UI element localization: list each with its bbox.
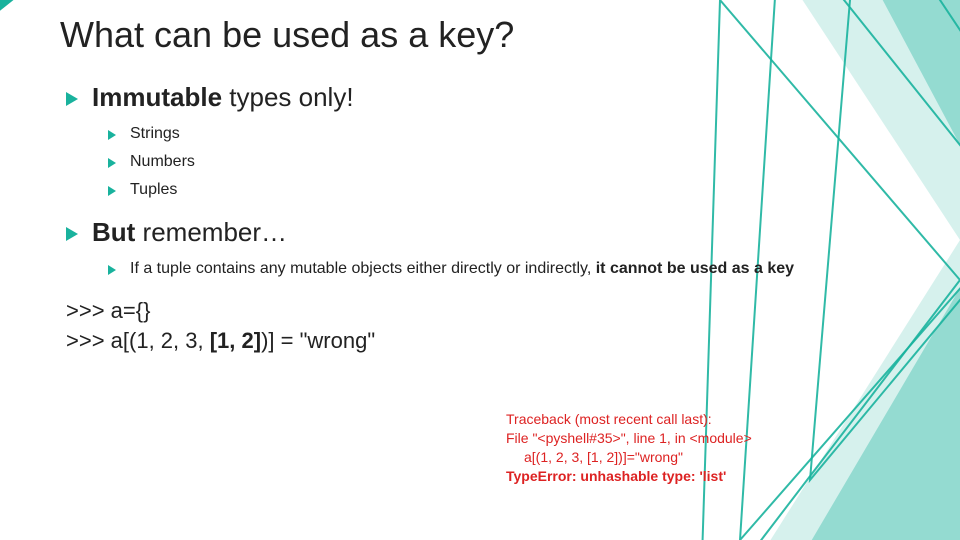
bullet-but-remember: But remember… If a tuple contains any mu… [60, 217, 900, 278]
bullet-immutable-text: Immutable types only! [92, 82, 354, 112]
code-example: >>> a={} >>> a[(1, 2, 3, [1, 2])] = "wro… [60, 296, 900, 355]
sub-caveat-text: If a tuple contains any mutable objects … [130, 260, 794, 277]
traceback-line-2: File "<pyshell#35>", line 1, in <module> [506, 429, 886, 448]
code-1-rest: a={} [111, 298, 151, 323]
traceback-line-3: a[(1, 2, 3, [1, 2])]="wrong" [506, 448, 886, 467]
slide-title: What can be used as a key? [60, 14, 900, 56]
bullet-but-remember-text: But remember… [92, 217, 287, 247]
sub-caveat-prefix: If a tuple contains any mutable objects … [130, 260, 596, 277]
sub-list-types: Strings Numbers Tuples [92, 125, 900, 199]
bullet-immutable-strong: Immutable [92, 82, 222, 112]
traceback-output: Traceback (most recent call last): File … [506, 410, 886, 486]
code-line-2: >>> a[(1, 2, 3, [1, 2])] = "wrong" [66, 326, 900, 356]
sub-strings-label: Strings [130, 125, 180, 142]
bullet-but-strong: But [92, 217, 135, 247]
sub-tuples: Tuples [104, 181, 900, 199]
bullet-list: Immutable types only! Strings Numbers Tu… [60, 82, 900, 278]
sub-caveat: If a tuple contains any mutable objects … [104, 260, 900, 278]
sub-list-caveat: If a tuple contains any mutable objects … [92, 260, 900, 278]
prompt-2: >>> [66, 328, 111, 353]
sub-numbers-label: Numbers [130, 153, 195, 170]
slide: What can be used as a key? Immutable typ… [0, 0, 960, 540]
prompt-1: >>> [66, 298, 111, 323]
code-2-a: a[(1, 2, 3, [111, 328, 210, 353]
sub-caveat-bold: it cannot be used as a key [596, 260, 794, 277]
bullet-immutable-rest: types only! [222, 82, 354, 112]
traceback-line-1: Traceback (most recent call last): [506, 410, 886, 429]
bullet-immutable: Immutable types only! Strings Numbers Tu… [60, 82, 900, 199]
code-2-bold: [1, 2] [210, 328, 261, 353]
bullet-but-rest: remember… [135, 217, 287, 247]
traceback-line-4: TypeError: unhashable type: 'list' [506, 467, 886, 486]
code-2-b: )] = "wrong" [261, 328, 375, 353]
sub-numbers: Numbers [104, 153, 900, 171]
code-line-1: >>> a={} [66, 296, 900, 326]
sub-strings: Strings [104, 125, 900, 143]
sub-tuples-label: Tuples [130, 181, 177, 198]
